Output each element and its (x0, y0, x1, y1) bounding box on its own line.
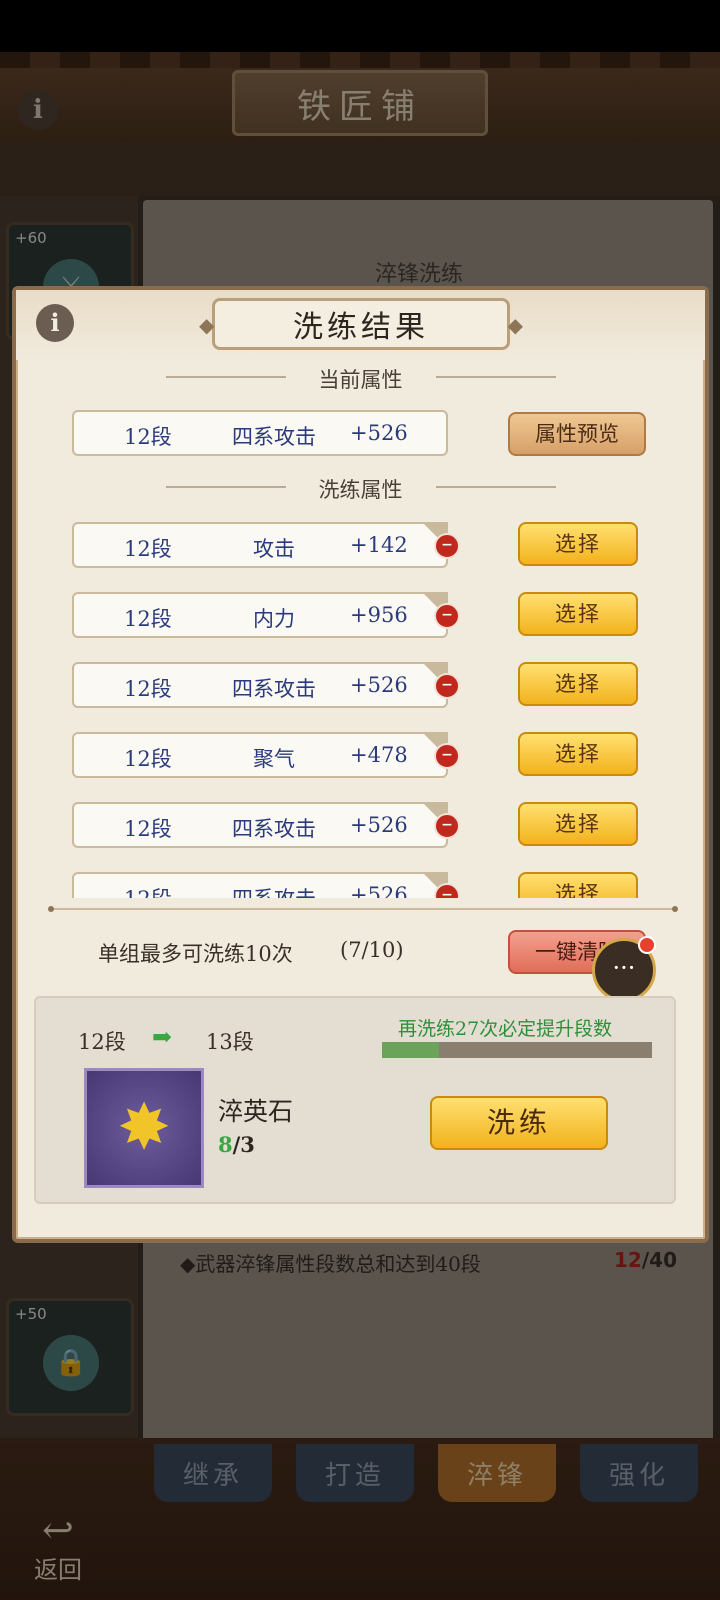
attr-name: 四系攻击 (232, 817, 316, 841)
dialog-title: 洗练结果 (293, 310, 429, 345)
material-name: 淬英石 (218, 1097, 294, 1126)
material-count: 8/3 (218, 1132, 255, 1157)
attribute-row: 12段 四系攻击 +526 − (72, 872, 460, 898)
guarantee-progress-bar (382, 1042, 652, 1058)
refine-limit-text: 单组最多可洗练10次 (98, 942, 293, 966)
attr-name: 聚气 (253, 747, 295, 771)
attribute-row: 12段 四系攻击 +526 − (72, 662, 460, 708)
attr-value: +526 (350, 421, 408, 445)
attribute-row: 12段 内力 +956 − (72, 592, 460, 638)
attr-tier: 12段 (124, 425, 172, 449)
dialog-title-plaque: 洗练结果 (199, 298, 523, 350)
select-button[interactable]: 选择 (518, 732, 638, 776)
attr-value: +526 (350, 883, 408, 898)
guarantee-label: 再洗练27次必定提升段数 (398, 1018, 613, 1040)
refine-limit-count: (7/10) (340, 938, 404, 962)
minus-badge-icon: − (434, 603, 460, 629)
attr-tier: 12段 (124, 883, 172, 898)
minus-badge-icon: − (434, 743, 460, 769)
attribute-row: 12段 攻击 +142 − (72, 522, 460, 568)
select-button[interactable]: 选择 (518, 802, 638, 846)
material-slot[interactable]: ✸ (84, 1068, 204, 1188)
refine-panel: 12段 ➡ 13段 再洗练27次必定提升段数 ✸ 淬英石 8/3 洗练 (34, 996, 676, 1204)
attr-value: +478 (350, 743, 408, 767)
attr-tier: 12段 (124, 607, 172, 631)
attr-tier: 12段 (124, 677, 172, 701)
notification-dot (638, 936, 656, 954)
attr-name: 四系攻击 (232, 677, 316, 701)
preview-attributes-button[interactable]: 属性预览 (508, 412, 646, 456)
attr-tier: 12段 (124, 537, 172, 561)
crystal-icon: ✸ (117, 1091, 171, 1165)
attr-value: +956 (350, 603, 408, 627)
stage-from: 12段 (78, 1030, 126, 1054)
refine-button[interactable]: 洗练 (430, 1096, 608, 1150)
refine-result-dialog: i 洗练结果 当前属性 12段 四系攻击 +526 属性预览 洗练属性 12段 … (12, 286, 709, 1243)
attr-value: +526 (350, 673, 408, 697)
attribute-row: 12段 聚气 +478 − (72, 732, 460, 778)
minus-badge-icon: − (434, 533, 460, 559)
select-button[interactable]: 选择 (518, 592, 638, 636)
stage-to: 13段 (206, 1030, 254, 1054)
attr-tier: 12段 (124, 817, 172, 841)
minus-badge-icon: − (434, 813, 460, 839)
current-attr-heading: 当前属性 (318, 368, 403, 392)
info-icon[interactable]: i (36, 304, 74, 342)
refine-attr-heading: 洗练属性 (318, 478, 403, 502)
attr-name: 攻击 (253, 537, 295, 561)
attr-name: 四系攻击 (232, 425, 316, 449)
status-bar (0, 0, 720, 52)
attr-value: +526 (350, 813, 408, 837)
select-button[interactable]: 选择 (518, 872, 638, 898)
attr-name: 四系攻击 (214, 883, 334, 898)
attribute-row: 12段 四系攻击 +526 − (72, 802, 460, 848)
divider (48, 906, 678, 912)
attr-tier: 12段 (124, 747, 172, 771)
minus-badge-icon: − (434, 883, 460, 898)
minus-badge-icon: − (434, 673, 460, 699)
refine-attribute-list[interactable]: 12段 攻击 +142 − 选择 12段 内力 +956 − 选择 12段 四系… (16, 510, 705, 898)
attr-name: 内力 (253, 607, 295, 631)
progress-fill (382, 1042, 439, 1058)
select-button[interactable]: 选择 (518, 522, 638, 566)
current-attribute: 12段 四系攻击 +526 (72, 410, 448, 456)
arrow-right-icon: ➡ (152, 1022, 173, 1051)
attr-value: +142 (350, 533, 408, 557)
select-button[interactable]: 选择 (518, 662, 638, 706)
